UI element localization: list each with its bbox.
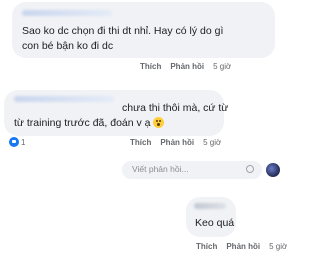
like-link[interactable]: Thích — [130, 138, 151, 147]
commenter-name[interactable] — [22, 10, 112, 16]
comment-bubble: Keo quá — [186, 197, 236, 237]
timestamp[interactable]: 5 giờ — [269, 242, 287, 251]
reply-link[interactable]: Phản hồi — [170, 62, 204, 71]
comment-bubble: chưa thi thôi mà, cứ từ từ training trướ… — [4, 90, 228, 136]
timestamp[interactable]: 5 giờ — [213, 62, 231, 71]
comment-text-line: Keo quá — [195, 217, 235, 229]
comment-text-line: con bé bận ko đi dc — [22, 40, 114, 52]
like-link[interactable]: Thích — [196, 242, 217, 251]
reply-toolbar — [246, 165, 254, 173]
timestamp[interactable]: 5 giờ — [203, 138, 221, 147]
reaction-summary[interactable]: 1 — [9, 136, 25, 148]
reply-link[interactable]: Phản hồi — [226, 242, 260, 251]
avatar[interactable] — [266, 163, 280, 177]
comment-text-line: chưa thi thôi mà, cứ từ — [122, 102, 229, 114]
comment-actions: Thích Phản hồi 5 giờ — [196, 242, 287, 251]
comment-text-line: Sao ko dc chọn đi thi dt nhỉ. Hay có lý … — [22, 25, 224, 37]
comment-bubble: Sao ko dc chọn đi thi dt nhỉ. Hay có lý … — [12, 2, 275, 58]
commenter-name[interactable] — [194, 203, 226, 209]
commenter-name[interactable] — [14, 96, 114, 102]
reply-link[interactable]: Phản hồi — [160, 138, 194, 147]
like-link[interactable]: Thích — [140, 62, 161, 71]
comment-text-span: từ training trước đã, đoán v ạ — [14, 117, 151, 129]
like-icon — [9, 137, 19, 147]
comment-text-line: từ training trước đã, đoán v ạ — [14, 116, 164, 131]
comment-actions: Thích Phản hồi 5 giờ — [140, 62, 231, 71]
reaction-count: 1 — [21, 137, 26, 147]
reply-placeholder: Viết phản hồi... — [132, 164, 189, 174]
emoji-picker-icon[interactable] — [246, 165, 254, 173]
smile-emoji-icon — [152, 117, 164, 128]
reply-input[interactable]: Viết phản hồi... — [122, 161, 262, 179]
comment-actions: Thích Phản hồi 5 giờ — [130, 138, 221, 147]
